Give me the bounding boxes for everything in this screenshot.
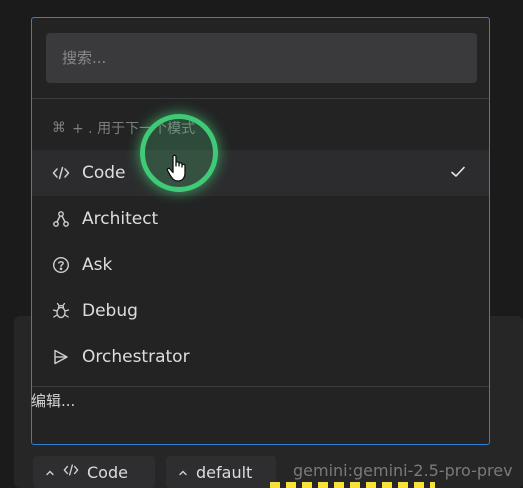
- mode-label: Code: [82, 163, 126, 183]
- search-input[interactable]: [60, 48, 477, 68]
- mode-item-ask[interactable]: Ask: [32, 242, 489, 288]
- edit-modes-link[interactable]: 编辑...: [31, 390, 75, 411]
- mode-item-orchestrator[interactable]: Orchestrator: [32, 334, 489, 380]
- divider: [32, 98, 489, 99]
- command-key-icon: ⌘: [52, 120, 66, 136]
- bug-icon: [52, 302, 70, 320]
- mode-label: Architect: [82, 209, 159, 229]
- mode-item-architect[interactable]: Architect: [32, 196, 489, 242]
- video-subtitle-fragment: [270, 482, 435, 488]
- profile-chip-label: default: [196, 462, 253, 482]
- mode-item-debug[interactable]: Debug: [32, 288, 489, 334]
- divider: [32, 386, 489, 387]
- mode-chip-label: Code: [87, 462, 128, 482]
- orchestrator-icon: [52, 348, 70, 366]
- mode-selector-popup: ⌘ + . 用于下一个模式 Code Architect: [31, 17, 490, 445]
- code-icon: [63, 462, 79, 482]
- hand-pointer-icon: [166, 154, 192, 188]
- mode-label: Ask: [82, 255, 113, 275]
- chevron-up-icon: [178, 463, 188, 482]
- mode-label: Debug: [82, 301, 138, 321]
- search-box[interactable]: [46, 33, 477, 83]
- architect-icon: [52, 210, 70, 228]
- code-icon: [52, 164, 70, 182]
- question-circle-icon: [52, 256, 70, 274]
- mode-chip[interactable]: Code: [33, 456, 155, 488]
- profile-chip[interactable]: default: [166, 456, 276, 488]
- mode-label: Orchestrator: [82, 347, 190, 367]
- chevron-up-icon: [45, 463, 55, 482]
- mode-item-code[interactable]: Code: [32, 150, 489, 196]
- checkmark-icon: [449, 163, 467, 186]
- model-name[interactable]: gemini:gemini-2.5-pro-prev: [293, 461, 513, 480]
